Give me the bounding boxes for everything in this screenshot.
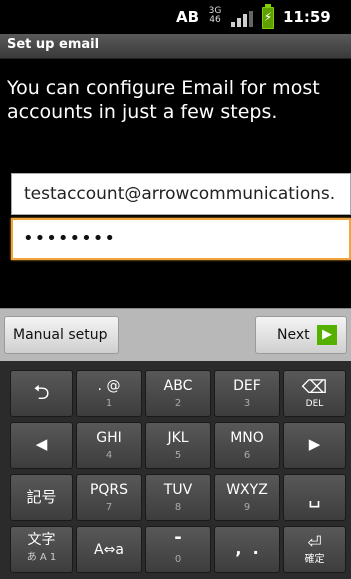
- arrow-right-icon: ▶: [317, 325, 337, 345]
- signal-strength-icon: [231, 11, 253, 27]
- password-value: ••••••••: [23, 228, 116, 249]
- space-icon: ␣: [308, 484, 321, 508]
- enter-key[interactable]: ⏎ 確定: [283, 526, 346, 573]
- button-bar: Manual setup Next ▶: [0, 308, 351, 361]
- cursor-right-icon: ▶: [308, 435, 321, 453]
- charging-bolt-icon: ⚡: [263, 10, 273, 24]
- delete-key[interactable]: ⌫ DEL: [283, 370, 346, 417]
- cursor-right-key[interactable]: ▶: [283, 422, 346, 469]
- enter-icon: ⏎: [307, 533, 322, 553]
- key-9[interactable]: WXYZ 9: [214, 474, 280, 521]
- key-0[interactable]: - 0: [145, 526, 211, 573]
- key-1[interactable]: . @ 1: [76, 370, 142, 417]
- undo-icon: ⮌: [33, 380, 50, 404]
- key-4[interactable]: GHI 4: [76, 422, 142, 469]
- next-button[interactable]: Next ▶: [255, 316, 347, 354]
- key-8[interactable]: TUV 8: [145, 474, 211, 521]
- page-title: Set up email: [7, 37, 100, 52]
- key-5[interactable]: JKL 5: [145, 422, 211, 469]
- space-key[interactable]: ␣: [283, 474, 346, 521]
- network-type-icon: 3G 46: [208, 6, 222, 25]
- intro-text: You can configure Email for most account…: [7, 77, 320, 123]
- key-2[interactable]: ABC 2: [145, 370, 211, 417]
- case-toggle-key[interactable]: A⇔a: [76, 526, 142, 573]
- undo-key[interactable]: ⮌: [10, 370, 73, 417]
- input-mode-indicator: AB: [176, 8, 200, 26]
- cursor-left-key[interactable]: ◀: [10, 422, 73, 469]
- delete-icon: ⌫: [301, 377, 328, 398]
- password-field[interactable]: ••••••••: [11, 218, 351, 260]
- key-7[interactable]: PQRS 7: [76, 474, 142, 521]
- title-bar: Set up email: [0, 34, 351, 59]
- soft-keyboard: ⮌ . @ 1 ABC 2 DEF 3 ⌫ DEL ◀ GHI 4 JKL 5 …: [0, 361, 351, 579]
- cursor-left-icon: ◀: [35, 435, 48, 453]
- symbol-key[interactable]: 記号: [10, 474, 73, 521]
- manual-setup-button[interactable]: Manual setup: [4, 316, 119, 354]
- manual-setup-label: Manual setup: [13, 327, 108, 343]
- key-3[interactable]: DEF 3: [214, 370, 280, 417]
- next-label: Next: [277, 327, 310, 343]
- email-value: testaccount@arrowcommunications.: [24, 184, 336, 204]
- punctuation-key[interactable]: , .: [214, 526, 280, 573]
- input-mode-key[interactable]: 文字 あ A 1: [10, 526, 73, 573]
- key-6[interactable]: MNO 6: [214, 422, 280, 469]
- clock: 11:59: [283, 8, 331, 26]
- email-field[interactable]: testaccount@arrowcommunications.: [11, 173, 351, 215]
- status-bar: AB 3G 46 ⚡ 11:59: [0, 0, 351, 34]
